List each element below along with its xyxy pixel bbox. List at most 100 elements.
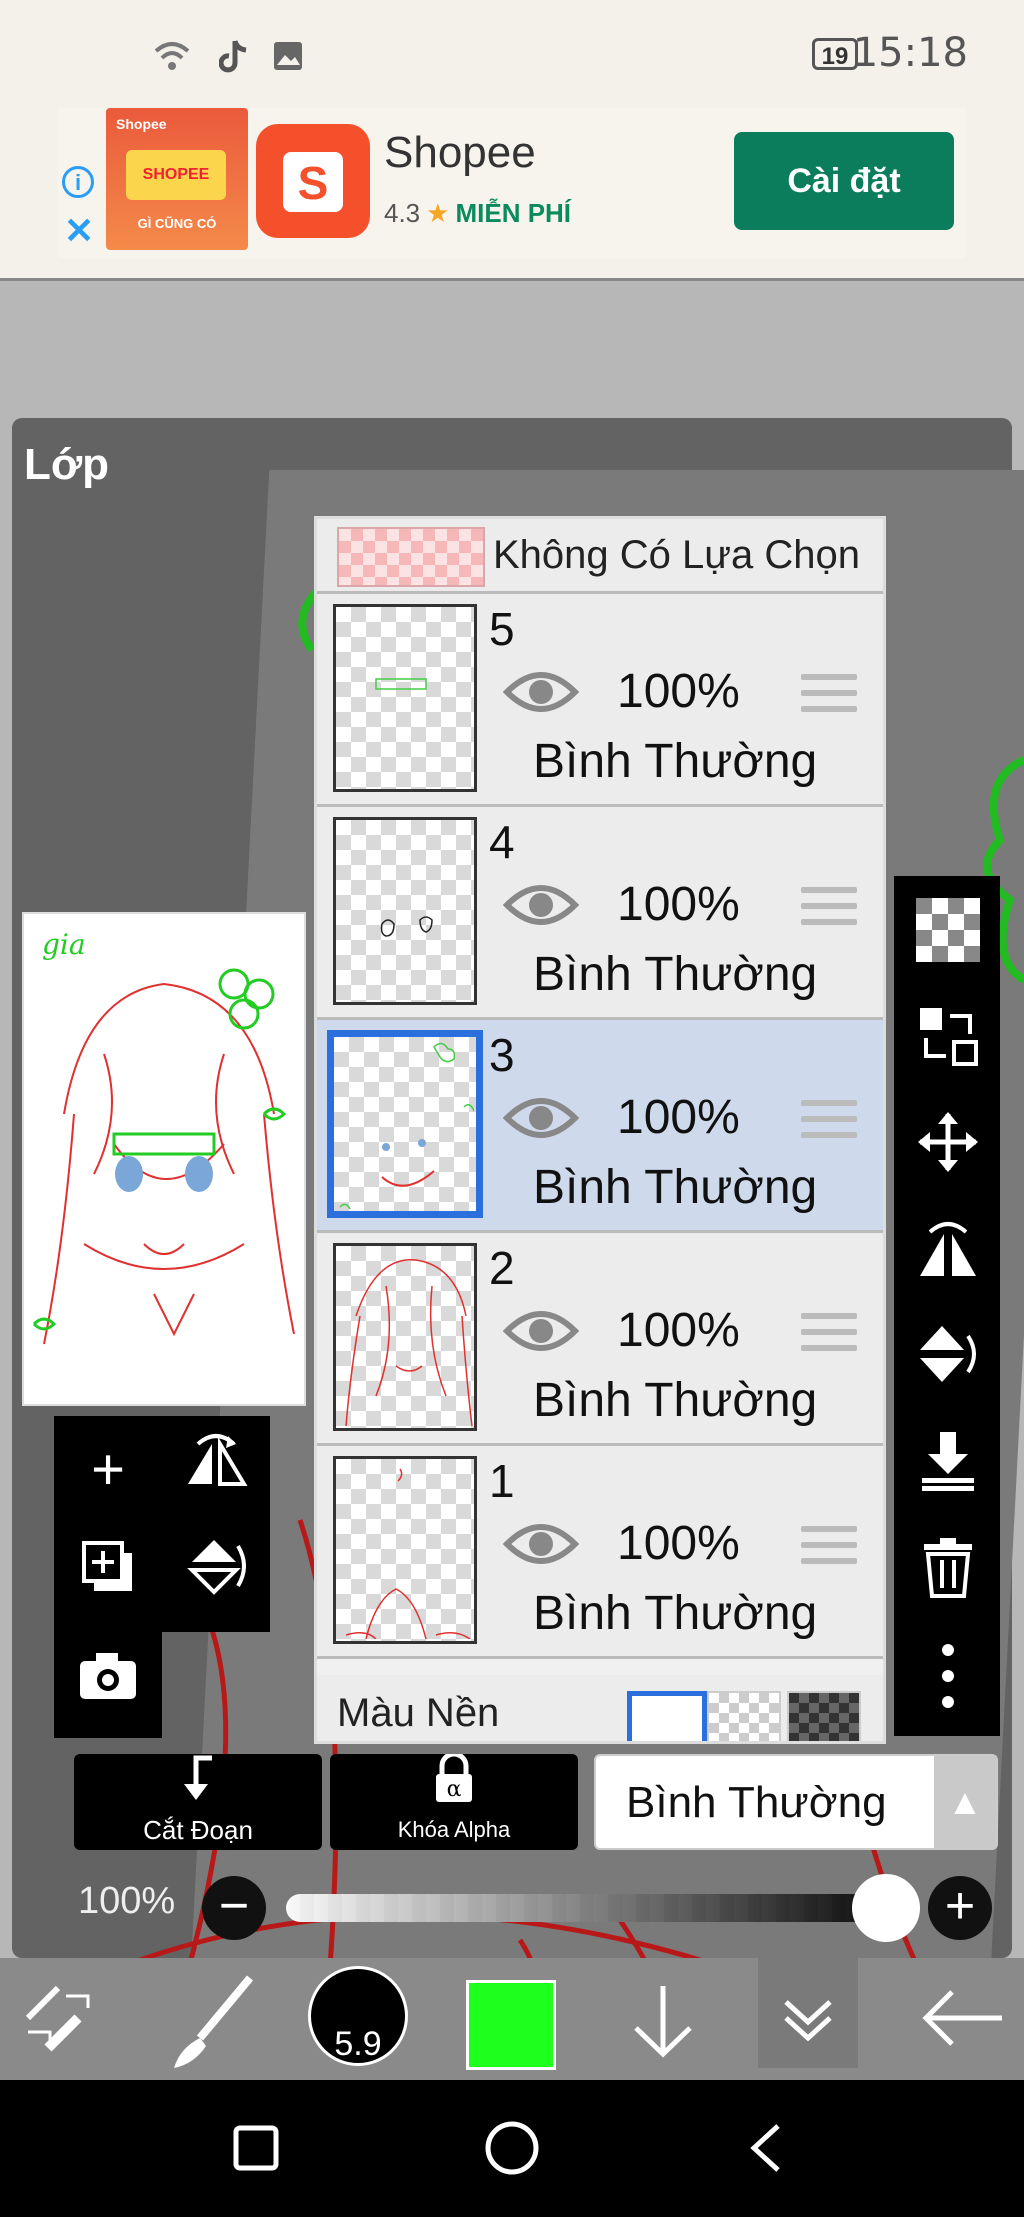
layer-row[interactable]: 1 100% Bình Thường [317,1446,883,1659]
more-options-icon[interactable] [912,1640,984,1712]
background-color-row[interactable]: Màu Nền [317,1675,883,1741]
opacity-value: 100% [78,1880,176,1922]
ad-rating-value: 4.3 [384,198,421,228]
layer-row[interactable]: 2 100% Bình Thường [317,1233,883,1446]
drag-handle-icon[interactable] [801,674,857,720]
merge-down-icon[interactable] [912,1428,984,1500]
ad-content[interactable]: i ✕ Shopee SHOPEE GÌ CŨNG CÓ S Shopee 4.… [58,108,966,258]
ad-thumb-title: SHOPEE [126,150,226,200]
layer-number: 4 [489,816,515,868]
layer-row[interactable]: 5 100% Bình Thường [317,594,883,807]
brush-icon[interactable] [160,1958,260,2080]
alpha-lock-button[interactable]: α Khóa Alpha [330,1751,578,1850]
visibility-eye-icon[interactable] [502,1090,580,1146]
ad-close-icon[interactable]: ✕ [64,210,94,252]
layer-list[interactable]: Không Có Lựa Chọn 5 100% Bình Thường 4 1… [314,516,886,1744]
selection-layer-row[interactable]: Không Có Lựa Chọn [317,519,883,594]
brush-size-indicator[interactable]: 5.9 [308,1966,408,2066]
duplicate-layer-button[interactable] [68,1536,148,1616]
drag-handle-icon[interactable] [801,1100,857,1146]
opacity-slider[interactable] [286,1894,892,1922]
flip-horizontal-icon[interactable] [176,1430,256,1510]
delete-icon[interactable] [912,1534,984,1606]
selection-thumbnail [337,527,485,587]
layer-blend-mode: Bình Thường [533,948,818,1001]
recents-square-icon[interactable] [226,2118,286,2178]
opacity-increase-button[interactable]: + [928,1876,992,1940]
star-icon: ★ [426,198,450,228]
lock-icon: α [330,1751,578,1817]
drag-handle-icon[interactable] [801,1313,857,1359]
triangle-up-icon[interactable]: ▲ [934,1756,996,1848]
checkerboard-icon[interactable] [912,898,984,970]
ad-price: MIỄN PHÍ [455,198,572,228]
left-tools: + [54,1416,270,1738]
layer-opacity: 100% [617,878,740,931]
layer-row[interactable]: 4 100% Bình Thường [317,807,883,1020]
layer-blend-mode: Bình Thường [533,1374,818,1427]
ad-banner[interactable]: i ✕ Shopee SHOPEE GÌ CŨNG CÓ S Shopee 4.… [0,108,1024,281]
drag-handle-icon[interactable] [801,1526,857,1572]
layer-thumbnail [333,1456,477,1644]
layer-opacity: 100% [617,1091,740,1144]
preview-text: gia [42,928,86,961]
blend-mode-value: Bình Thường [626,1778,887,1827]
ad-thumb-caption: GÌ CŨNG CÓ [137,216,217,231]
alpha-lock-label: Khóa Alpha [397,1817,511,1842]
selection-label: Không Có Lựa Chọn [493,533,861,577]
layer-blend-mode: Bình Thường [533,1161,818,1214]
camera-icon[interactable] [68,1642,148,1722]
bottom-toolbar: 5.9 [0,1958,1024,2080]
home-circle-icon[interactable] [482,2118,542,2178]
shopee-logo-icon[interactable]: S [256,124,370,238]
svg-text:α: α [447,1777,462,1802]
visibility-eye-icon[interactable] [502,1303,580,1359]
ad-info-icon[interactable]: i [62,166,94,198]
background-transparent-swatch[interactable] [707,1691,781,1741]
layer-blend-mode: Bình Thường [533,1587,818,1640]
ad-thumb-brand: Shopee [116,116,167,132]
double-chevron-down-icon[interactable] [758,1958,858,2068]
opacity-slider-knob[interactable] [852,1874,920,1942]
arrow-down-icon[interactable] [618,1958,708,2080]
right-tools [894,876,1000,1736]
ad-install-button[interactable]: Cài đặt [734,132,954,230]
ad-app-name: Shopee [384,128,536,177]
preview-drawing: gia [32,928,295,1345]
layer-thumbnail [333,1243,477,1431]
flip-vertical-icon[interactable] [176,1536,256,1616]
background-white-swatch[interactable] [627,1691,707,1741]
background-dark-swatch[interactable] [787,1691,861,1741]
drag-handle-icon[interactable] [801,887,857,933]
background-color-label: Màu Nền [337,1691,500,1735]
color-swatch[interactable] [466,1980,556,2070]
flip-vertical-icon[interactable] [912,1322,984,1394]
clip-arrow-icon [74,1754,322,1815]
visibility-eye-icon[interactable] [502,1516,580,1572]
add-layer-button[interactable]: + [68,1430,148,1510]
blend-mode-select[interactable]: Bình Thường ▲ [594,1754,998,1850]
move-icon[interactable] [912,1110,984,1182]
clipping-label: Cắt Đoạn [143,1815,253,1845]
transform-swap-icon[interactable] [912,1004,984,1076]
ad-thumbnail[interactable]: Shopee SHOPEE GÌ CŨNG CÓ [106,108,248,250]
image-icon [268,36,308,76]
back-triangle-icon[interactable] [738,2118,798,2178]
flip-horizontal-icon[interactable] [912,1216,984,1288]
tiktok-icon [214,36,254,76]
clipping-button[interactable]: Cắt Đoạn [74,1754,322,1850]
canvas-preview[interactable]: gia [22,912,306,1406]
tool-switch-icon[interactable] [18,1958,108,2080]
layer-number: 2 [489,1242,515,1294]
shopee-bag-icon: S [283,152,343,212]
wifi-icon [152,36,192,76]
opacity-decrease-button[interactable]: − [202,1876,266,1940]
arrow-left-icon[interactable] [912,1958,1012,2080]
visibility-eye-icon[interactable] [502,877,580,933]
ad-rating: 4.3 ★ MIỄN PHÍ [384,198,571,229]
clock: 15:18 [852,30,968,76]
layer-thumbnail [333,604,477,792]
visibility-eye-icon[interactable] [502,664,580,720]
layer-row-active[interactable]: 3 100% Bình Thường [317,1020,883,1233]
system-nav-bar [0,2080,1024,2217]
